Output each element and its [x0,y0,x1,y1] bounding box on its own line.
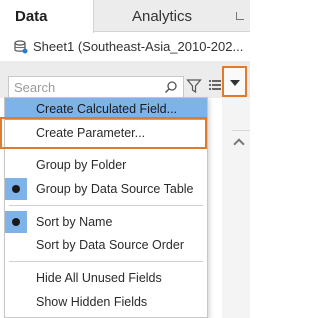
menu-item-label: Sort by Name [36,215,113,229]
search-input[interactable]: Search [8,76,184,98]
search-placeholder: Search [14,80,56,95]
search-row: Search [0,71,250,98]
menu-item-group-by-data-source-table[interactable]: Group by Data Source Table [5,178,207,200]
divider [232,130,250,131]
tab-analytics[interactable]: Analytics [94,0,230,32]
search-icon[interactable] [164,80,178,94]
menu-separator [9,261,203,262]
database-icon [14,40,28,54]
datasource-label: Sheet1 (Southeast-Asia_2010-202... [33,39,244,54]
filter-icon[interactable] [186,78,202,94]
menu-separator [9,205,203,206]
menu-item-show-hidden-fields[interactable]: Show Hidden Fields [5,291,207,313]
datasource-row[interactable]: Sheet1 (Southeast-Asia_2010-202... [0,33,250,61]
menu-item-label: Group by Data Source Table [36,182,194,196]
view-list-icon[interactable] [209,80,221,90]
selected-indicator [5,178,27,200]
create-parameter-callout [0,117,207,149]
menu-item-sort-by-name[interactable]: Sort by Name [5,211,207,233]
panel-gap [0,61,250,71]
menu-item-hide-all-unused-fields[interactable]: Hide All Unused Fields [5,267,207,289]
minimize-chevron-icon[interactable] [236,12,244,20]
side-panel-strip [222,98,250,318]
pane-tab-bar: Data Analytics [0,0,250,33]
tab-data[interactable]: Data [0,0,94,33]
data-pane-menu-button[interactable] [222,66,247,97]
dropdown-arrow-icon [230,80,240,86]
radio-dot-icon [12,218,20,226]
radio-dot-icon [12,185,20,193]
menu-item-group-by-folder[interactable]: Group by Folder [5,154,207,176]
menu-item-sort-by-data-source-order[interactable]: Sort by Data Source Order [5,234,207,256]
selected-indicator [5,211,27,233]
